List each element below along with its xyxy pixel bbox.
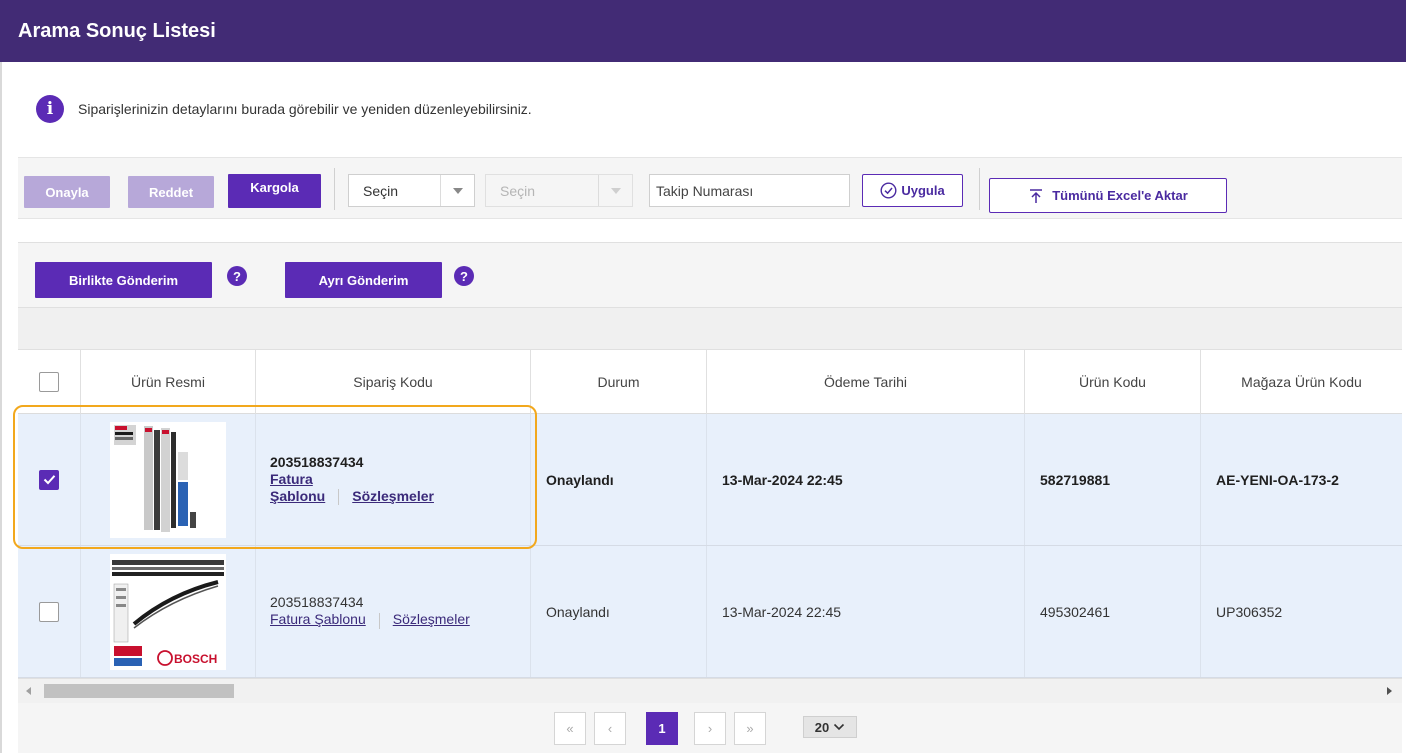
horizontal-scrollbar[interactable]	[18, 678, 1402, 703]
payment-date-cell: 13-Mar-2024 22:45	[706, 546, 1024, 677]
link-separator	[378, 612, 380, 629]
order-code-cell: 203518837434 Fatura Şablonu Sözleşmeler	[255, 414, 530, 545]
ship-button[interactable]: Kargola	[228, 174, 321, 208]
product-code-cell: 582719881	[1024, 414, 1200, 545]
export-excel-label: Tümünü Excel'e Aktar	[1052, 188, 1188, 203]
product-image-cell: BOSCH	[80, 546, 255, 677]
page-title: Arama Sonuç Listesi	[18, 20, 216, 42]
invoice-template-link[interactable]: Fatura	[270, 471, 313, 487]
toolbar-divider	[334, 168, 335, 210]
chevron-down-icon	[440, 175, 474, 206]
prev-page-button[interactable]: ‹	[594, 712, 626, 745]
product-thumbnail[interactable]: BOSCH	[110, 553, 226, 670]
wiper-blade-package-image	[110, 421, 226, 538]
apply-button-label: Uygula	[901, 183, 945, 198]
wiper-blade-package-image: BOSCH	[110, 553, 226, 670]
link-separator	[338, 489, 340, 506]
apply-button[interactable]: Uygula	[862, 174, 963, 207]
status-cell: Onaylandı	[530, 546, 706, 677]
order-code: 203518837434	[270, 594, 364, 611]
scrollbar-thumb[interactable]	[44, 684, 234, 698]
invoice-template-link[interactable]: Şablonu	[270, 488, 325, 504]
row-select-cell	[18, 546, 80, 677]
ship-together-button[interactable]: Birlikte Gönderim	[35, 262, 212, 298]
column-header[interactable]: Durum	[530, 350, 706, 414]
export-excel-button[interactable]: Tümünü Excel'e Aktar	[989, 178, 1227, 213]
store-product-code-cell: AE-YENI-OA-173-2	[1200, 414, 1402, 545]
contracts-link[interactable]: Sözleşmeler	[352, 488, 434, 504]
chevron-down-icon	[834, 723, 845, 731]
table-header: Ürün Resmi Sipariş Kodu Durum Ödeme Tari…	[18, 350, 1402, 414]
payment-date-cell: 13-Mar-2024 22:45	[706, 414, 1024, 545]
checkmark-icon	[43, 475, 55, 485]
order-code: 203518837434	[270, 453, 364, 470]
order-code-cell: 203518837434 Fatura Şablonu Sözleşmeler	[255, 546, 530, 677]
info-banner: i Siparişlerinizin detaylarını burada gö…	[36, 95, 532, 123]
store-product-code-cell: UP306352	[1200, 546, 1402, 677]
page-size-value: 20	[814, 719, 830, 735]
last-page-button[interactable]: »	[734, 712, 766, 745]
column-header[interactable]: Ödeme Tarihi	[706, 350, 1024, 414]
select-all-checkbox[interactable]	[39, 372, 59, 392]
column-header[interactable]: Ürün Resmi	[80, 350, 255, 414]
action-select-value: Seçin	[363, 182, 399, 199]
select-all-cell	[18, 350, 80, 414]
check-circle-icon	[880, 182, 897, 199]
help-icon[interactable]: ?	[227, 266, 247, 286]
invoice-template-link[interactable]: Fatura Şablonu	[270, 611, 366, 627]
contracts-link[interactable]: Sözleşmeler	[393, 611, 470, 627]
reject-button[interactable]: Reddet	[128, 176, 214, 208]
column-header[interactable]: Sipariş Kodu	[255, 350, 530, 414]
info-text: Siparişlerinizin detaylarını burada göre…	[78, 101, 532, 117]
scroll-right-icon[interactable]	[1387, 687, 1392, 695]
orders-table: Ürün Resmi Sipariş Kodu Durum Ödeme Tari…	[18, 350, 1402, 678]
action-select[interactable]: Seçin	[348, 174, 475, 207]
help-icon[interactable]: ?	[454, 266, 474, 286]
action-toolbar: Onayla Reddet Kargola Seçin Seçin Uygula…	[18, 157, 1402, 219]
product-image-cell	[80, 414, 255, 545]
page-size-select[interactable]: 20	[803, 716, 857, 738]
column-header[interactable]: Mağaza Ürün Kodu	[1200, 350, 1402, 414]
next-page-button[interactable]: ›	[694, 712, 726, 745]
carrier-select-value: Seçin	[500, 182, 536, 199]
first-page-button[interactable]: «	[554, 712, 586, 745]
upload-arrow-icon	[1030, 188, 1043, 203]
row-select-cell	[18, 414, 80, 545]
column-header[interactable]: Ürün Kodu	[1024, 350, 1200, 414]
table-toolbar-strip	[18, 308, 1402, 350]
approve-button[interactable]: Onayla	[24, 176, 110, 208]
scroll-left-icon[interactable]	[26, 687, 31, 695]
shipping-options-bar: Birlikte Gönderim ? Ayrı Gönderim ?	[18, 242, 1402, 308]
product-code-cell: 495302461	[1024, 546, 1200, 677]
page-number-button[interactable]: 1	[646, 712, 678, 745]
toolbar-divider	[979, 168, 980, 210]
ship-separate-button[interactable]: Ayrı Gönderim	[285, 262, 442, 298]
status-cell: Onaylandı	[530, 414, 706, 545]
page-header: Arama Sonuç Listesi	[0, 0, 1406, 62]
row-checkbox[interactable]	[39, 469, 59, 490]
tracking-number-input[interactable]	[649, 174, 850, 207]
left-border	[0, 62, 2, 753]
table-row[interactable]: 203518837434 Fatura Şablonu Sözleşmeler O…	[18, 414, 1402, 546]
info-icon: i	[36, 95, 64, 123]
row-checkbox[interactable]	[39, 601, 59, 622]
svg-text:BOSCH: BOSCH	[174, 652, 217, 666]
pagination: « ‹ 1 › » 20	[18, 703, 1402, 753]
table-row[interactable]: BOSCH 203518837434 Fatura Şablonu Sözleşm…	[18, 546, 1402, 678]
chevron-down-icon	[598, 175, 632, 206]
carrier-select[interactable]: Seçin	[485, 174, 633, 207]
product-thumbnail[interactable]	[110, 421, 226, 538]
